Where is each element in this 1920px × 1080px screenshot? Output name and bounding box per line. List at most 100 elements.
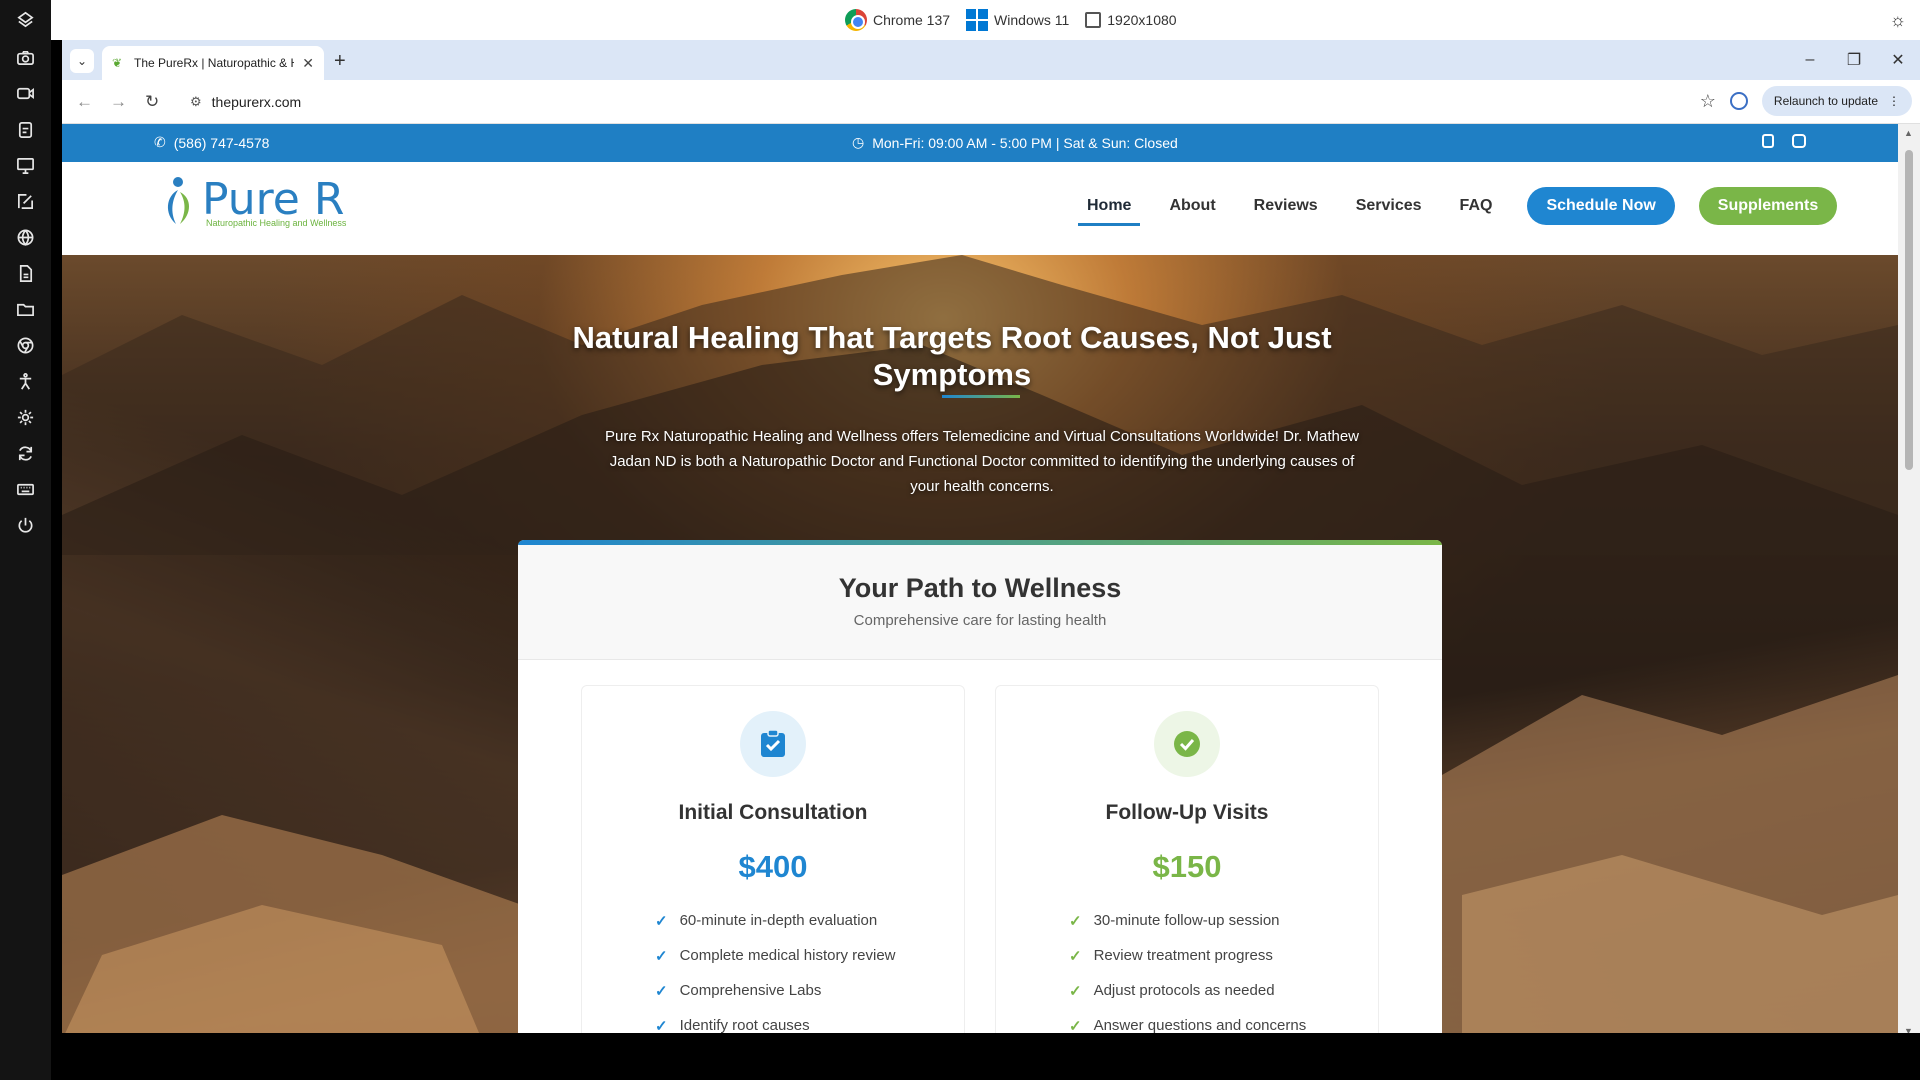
bookmark-star-icon[interactable]: ☆ (1700, 91, 1716, 112)
site-info-icon[interactable]: ⚙ (190, 94, 202, 110)
logo-icon[interactable] (15, 9, 36, 30)
nav-services[interactable]: Services (1337, 189, 1441, 223)
schedule-now-button[interactable]: Schedule Now (1527, 187, 1675, 225)
resolution-icon (1085, 12, 1102, 28)
scrollbar-thumb[interactable] (1905, 150, 1913, 470)
phone-icon: ✆ (154, 134, 166, 150)
edit-icon[interactable] (15, 191, 36, 212)
site-header: Pure R Naturopathic Healing and Wellness… (62, 162, 1898, 255)
social-links (1762, 134, 1806, 148)
chevron-down-icon: ⌄ (76, 54, 88, 68)
restore-icon[interactable]: ❐ (1832, 40, 1876, 80)
windows-icon (966, 9, 989, 31)
nav-about[interactable]: About (1150, 189, 1234, 223)
check-icon: ✓ (1069, 982, 1082, 1000)
os-version: Windows 11 (994, 12, 1070, 28)
check-icon: ✓ (655, 1017, 668, 1035)
relaunch-label: Relaunch to update (1773, 94, 1878, 108)
resolution: 1920x1080 (1107, 12, 1177, 28)
plan-price: $400 (738, 849, 808, 884)
toolbar-right: ☆ Relaunch to update ⋮ (1700, 86, 1912, 116)
host-info: Chrome 137 Windows 11 1920x1080 (845, 9, 1177, 31)
monitor-icon[interactable] (15, 155, 36, 176)
host-top-bar: Chrome 137 Windows 11 1920x1080 ☼ (51, 0, 1920, 40)
folder-icon[interactable] (15, 299, 36, 320)
wellness-card: Your Path to Wellness Comprehensive care… (518, 540, 1442, 1040)
power-icon[interactable] (15, 515, 36, 536)
minimize-icon[interactable]: – (1788, 40, 1832, 80)
page-scrollbar[interactable]: ▲ ▼ (1898, 124, 1920, 1040)
active-tab[interactable]: ❦ The PureRx | Naturopathic & H ✕ (102, 46, 324, 80)
instagram-icon[interactable] (1792, 134, 1806, 148)
logo-name: Pure R (202, 174, 345, 225)
chrome-icon[interactable] (15, 335, 36, 356)
relaunch-button[interactable]: Relaunch to update ⋮ (1761, 86, 1912, 116)
site-topbar: ✆ (586) 747-4578 ◷ Mon-Fri: 09:00 AM - 5:0… (62, 124, 1898, 162)
feature-item: ✓ Review treatment progress (1069, 938, 1378, 973)
favicon-icon: ❦ (112, 56, 123, 70)
feature-text: Adjust protocols as needed (1093, 982, 1275, 999)
scroll-up-icon[interactable]: ▲ (1904, 128, 1913, 138)
mobile-icon[interactable] (1762, 134, 1774, 148)
check-icon: ✓ (655, 982, 668, 1000)
address-bar[interactable]: ⚙ thepurerx.com (184, 87, 1844, 117)
file-icon[interactable] (15, 263, 36, 284)
browser-toolbar: ← → ↻ ⚙ thepurerx.com ☆ Relaunch to upda… (62, 80, 1920, 124)
clipboard-icon[interactable] (15, 119, 36, 140)
close-window-icon[interactable]: ✕ (1876, 40, 1920, 80)
new-tab-icon[interactable]: + (334, 50, 346, 73)
feature-text: Review treatment progress (1093, 947, 1273, 964)
url-text: thepurerx.com (211, 94, 302, 110)
host-sidebar (0, 0, 51, 1080)
chrome-icon (845, 9, 867, 31)
phone-number: (586) 747-4578 (173, 134, 270, 151)
check-icon: ✓ (1069, 912, 1082, 930)
site-logo[interactable]: Pure R Naturopathic Healing and Wellness (158, 174, 346, 228)
accessibility-icon[interactable] (15, 371, 36, 392)
close-tab-icon[interactable]: ✕ (302, 55, 314, 72)
feature-item: ✓ 60-minute in-depth evaluation (655, 903, 964, 938)
check-icon: ✓ (655, 947, 668, 965)
back-icon[interactable]: ← (76, 92, 93, 112)
hero-underline (942, 395, 1020, 398)
plan-initial-consultation: Initial Consultation $400 ✓ 60-minute in-… (581, 685, 965, 1040)
camera-icon[interactable] (15, 47, 36, 68)
browser-window: ⌄ ❦ The PureRx | Naturopathic & H ✕ + – … (62, 40, 1920, 1040)
reload-icon[interactable]: ↻ (145, 92, 159, 112)
feature-text: Identify root causes (679, 1017, 810, 1034)
feature-text: Complete medical history review (679, 947, 896, 964)
more-icon: ⋮ (1888, 94, 1900, 108)
plan-follow-up-visits: Follow-Up Visits $150 ✓ 30-minute follow-… (995, 685, 1379, 1040)
phone-info[interactable]: ✆ (586) 747-4578 (154, 134, 269, 151)
tab-list-button[interactable]: ⌄ (70, 49, 94, 73)
wellness-subtitle: Comprehensive care for lasting health (853, 612, 1107, 629)
plan-name: Initial Consultation (678, 801, 868, 824)
supplements-button[interactable]: Supplements (1698, 187, 1838, 225)
letterbox-bar (62, 1033, 1920, 1080)
feature-text: Comprehensive Labs (679, 982, 822, 999)
plan-price: $150 (1152, 849, 1222, 884)
globe-icon[interactable] (15, 227, 36, 248)
nav-faq[interactable]: FAQ (1441, 189, 1512, 223)
plan-features: ✓ 30-minute follow-up session ✓ Review tre… (1069, 903, 1378, 1040)
plan-features: ✓ 60-minute in-depth evaluation ✓ Complete… (655, 903, 964, 1040)
tab-bar: ⌄ ❦ The PureRx | Naturopathic & H ✕ + – … (62, 40, 1920, 80)
profile-icon[interactable] (1729, 92, 1748, 110)
nav-reviews[interactable]: Reviews (1235, 189, 1337, 223)
keyboard-icon[interactable] (15, 479, 36, 500)
check-icon: ✓ (1069, 947, 1082, 965)
window-controls: – ❐ ✕ (1788, 40, 1920, 80)
settings-icon[interactable] (15, 407, 36, 428)
video-icon[interactable] (15, 83, 36, 104)
check-icon: ✓ (655, 912, 668, 930)
tab-title: The PureRx | Naturopathic & H (134, 56, 295, 70)
forward-icon[interactable]: → (110, 92, 127, 112)
wellness-title: Your Path to Wellness (838, 573, 1122, 603)
sync-icon[interactable] (15, 443, 36, 464)
plan-name: Follow-Up Visits (1105, 801, 1269, 824)
nav-home[interactable]: Home (1068, 189, 1150, 226)
bug-icon[interactable]: ☼ (1890, 10, 1907, 31)
wellness-header: Your Path to Wellness Comprehensive care… (518, 545, 1442, 660)
clock-icon: ◷ (852, 134, 865, 150)
check-icon: ✓ (1069, 1017, 1082, 1035)
